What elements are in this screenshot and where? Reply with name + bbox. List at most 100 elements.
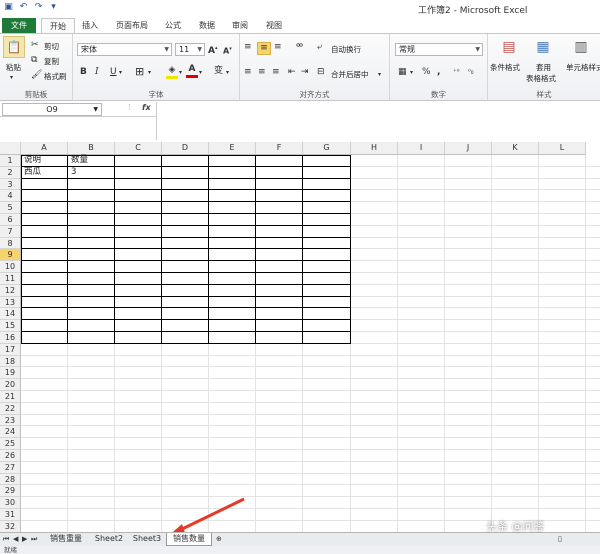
phonetic-icon[interactable]: 变	[214, 66, 223, 77]
row-header-27[interactable]: 27	[0, 461, 21, 474]
format-as-table-line2[interactable]: 表格格式	[526, 73, 556, 84]
sheet-tab-2[interactable]: Sheet2	[90, 533, 128, 546]
row-header-32[interactable]: 32	[0, 520, 21, 532]
row-header-23[interactable]: 23	[0, 414, 21, 427]
row-header-11[interactable]: 11	[0, 273, 21, 285]
tab-data[interactable]: 数据	[194, 18, 220, 34]
row-header-4[interactable]: 4	[0, 190, 21, 203]
row-header-12[interactable]: 12	[0, 284, 21, 297]
increase-decimal-icon[interactable]: ⁺⁰	[453, 67, 460, 78]
chevron-down-icon[interactable]: ▾	[226, 67, 229, 78]
sheet-tab-1[interactable]: 销售重量	[43, 533, 89, 546]
borders-icon[interactable]: ⊞	[135, 66, 144, 77]
row-header-19[interactable]: 19	[0, 367, 21, 380]
font-size-select[interactable]: 11 ▼	[175, 43, 205, 56]
redo-icon[interactable]: ↷	[33, 2, 44, 13]
chevron-down-icon[interactable]: ▾	[410, 67, 413, 78]
row-header-17[interactable]: 17	[0, 343, 21, 356]
sheet-tab-active[interactable]: 销售数量	[166, 533, 212, 546]
row-header-1[interactable]: 1	[0, 155, 21, 167]
chevron-down-icon[interactable]: ▾	[179, 67, 182, 78]
sheet-tab-3[interactable]: Sheet3	[129, 533, 165, 546]
name-box[interactable]: O9 ▼	[2, 103, 102, 116]
decrease-indent-icon[interactable]: ⇤	[288, 67, 296, 78]
formula-input[interactable]	[156, 102, 600, 140]
worksheet-grid[interactable]: ABCDEFGHIJKL 1 2 3 4 5 6 7 8 9 10 11 12 13 14 15 16 17 18…	[0, 142, 600, 532]
row-header-28[interactable]: 28	[0, 473, 21, 486]
align-right-icon[interactable]: ≡	[272, 67, 280, 78]
cell-B1[interactable]: 数量	[68, 155, 88, 166]
new-sheet-icon[interactable]: ⊕	[216, 535, 222, 543]
column-header-K[interactable]: K	[492, 142, 539, 155]
underline-button[interactable]: U	[110, 67, 117, 78]
currency-icon[interactable]: ▦	[398, 67, 407, 78]
shrink-font-icon[interactable]: A▾	[223, 44, 232, 57]
column-header-A[interactable]: A	[21, 142, 68, 155]
copy-button[interactable]: 复制	[44, 56, 59, 67]
save-icon[interactable]: ▣	[3, 2, 14, 13]
row-header-8[interactable]: 8	[0, 237, 21, 250]
merge-center-button[interactable]: 合并后居中	[331, 69, 369, 80]
paste-icon[interactable]: 📋	[3, 36, 25, 58]
grow-font-icon[interactable]: A▴	[208, 43, 217, 57]
column-header-B[interactable]: B	[68, 142, 115, 155]
chevron-down-icon[interactable]: ▾	[148, 67, 151, 78]
row-header-15[interactable]: 15	[0, 320, 21, 332]
next-sheet-icon[interactable]: ▶	[22, 535, 27, 543]
splitter-icon[interactable]: ⋮	[126, 103, 133, 111]
align-top-icon[interactable]: ≡	[244, 42, 252, 53]
row-header-30[interactable]: 30	[0, 497, 21, 509]
row-header-24[interactable]: 24	[0, 426, 21, 439]
align-center-icon[interactable]: ≡	[258, 67, 266, 78]
row-header-18[interactable]: 18	[0, 355, 21, 368]
row-header-3[interactable]: 3	[0, 178, 21, 191]
fill-color-icon[interactable]: ◈	[166, 65, 178, 79]
align-middle-icon[interactable]: ≡	[257, 42, 271, 55]
tab-formulas[interactable]: 公式	[160, 18, 186, 34]
conditional-format-button[interactable]: 条件格式	[490, 62, 520, 73]
orientation-icon[interactable]: ᢁ	[296, 42, 303, 53]
cell-styles-button[interactable]: 单元格样式	[566, 62, 600, 73]
insert-function-button[interactable]: fx	[142, 103, 151, 112]
format-painter-button[interactable]: 格式刷	[44, 71, 67, 82]
scroll-split-icon[interactable]: ▯	[558, 535, 562, 543]
chevron-down-icon[interactable]: ▾	[199, 67, 202, 78]
column-header-J[interactable]: J	[445, 142, 492, 155]
font-color-icon[interactable]: A	[186, 64, 198, 78]
column-header-I[interactable]: I	[398, 142, 445, 155]
percent-button[interactable]: %	[422, 67, 431, 78]
row-header-13[interactable]: 13	[0, 296, 21, 309]
last-sheet-icon[interactable]: ⏭	[31, 535, 37, 544]
tab-home[interactable]: 开始	[41, 18, 75, 34]
chevron-down-icon[interactable]: ▾	[10, 72, 13, 83]
row-header-20[interactable]: 20	[0, 379, 21, 391]
column-header-C[interactable]: C	[115, 142, 162, 155]
undo-icon[interactable]: ↶	[18, 2, 29, 13]
row-header-14[interactable]: 14	[0, 308, 21, 321]
customize-qat-icon[interactable]: ▾	[48, 2, 59, 13]
column-header-E[interactable]: E	[209, 142, 256, 155]
number-format-select[interactable]: 常规 ▼	[395, 43, 483, 56]
cell-A2[interactable]: 西瓜	[21, 167, 41, 178]
row-header-22[interactable]: 22	[0, 402, 21, 415]
column-header-D[interactable]: D	[162, 142, 209, 155]
select-all-button[interactable]	[0, 142, 21, 155]
font-name-select[interactable]: 宋体 ▼	[77, 43, 172, 56]
tab-insert[interactable]: 插入	[77, 18, 103, 34]
row-header-5[interactable]: 5	[0, 202, 21, 214]
cell-B2[interactable]: 3	[68, 167, 76, 178]
paste-button[interactable]: 粘贴	[6, 62, 21, 73]
align-left-icon[interactable]: ≡	[244, 67, 252, 78]
row-header-16[interactable]: 16	[0, 332, 21, 344]
row-header-9[interactable]: 9	[0, 249, 21, 262]
column-header-F[interactable]: F	[256, 142, 303, 155]
wrap-text-button[interactable]: 自动换行	[331, 44, 361, 55]
tab-review[interactable]: 审阅	[227, 18, 253, 34]
row-header-7[interactable]: 7	[0, 225, 21, 238]
decrease-decimal-icon[interactable]: ⁰₀	[468, 67, 474, 78]
chevron-down-icon[interactable]: ▾	[378, 69, 381, 80]
cell-A1[interactable]: 说明	[21, 155, 41, 166]
row-header-26[interactable]: 26	[0, 450, 21, 462]
row-header-2[interactable]: 2	[0, 166, 21, 179]
tab-page-layout[interactable]: 页面布局	[110, 18, 154, 34]
